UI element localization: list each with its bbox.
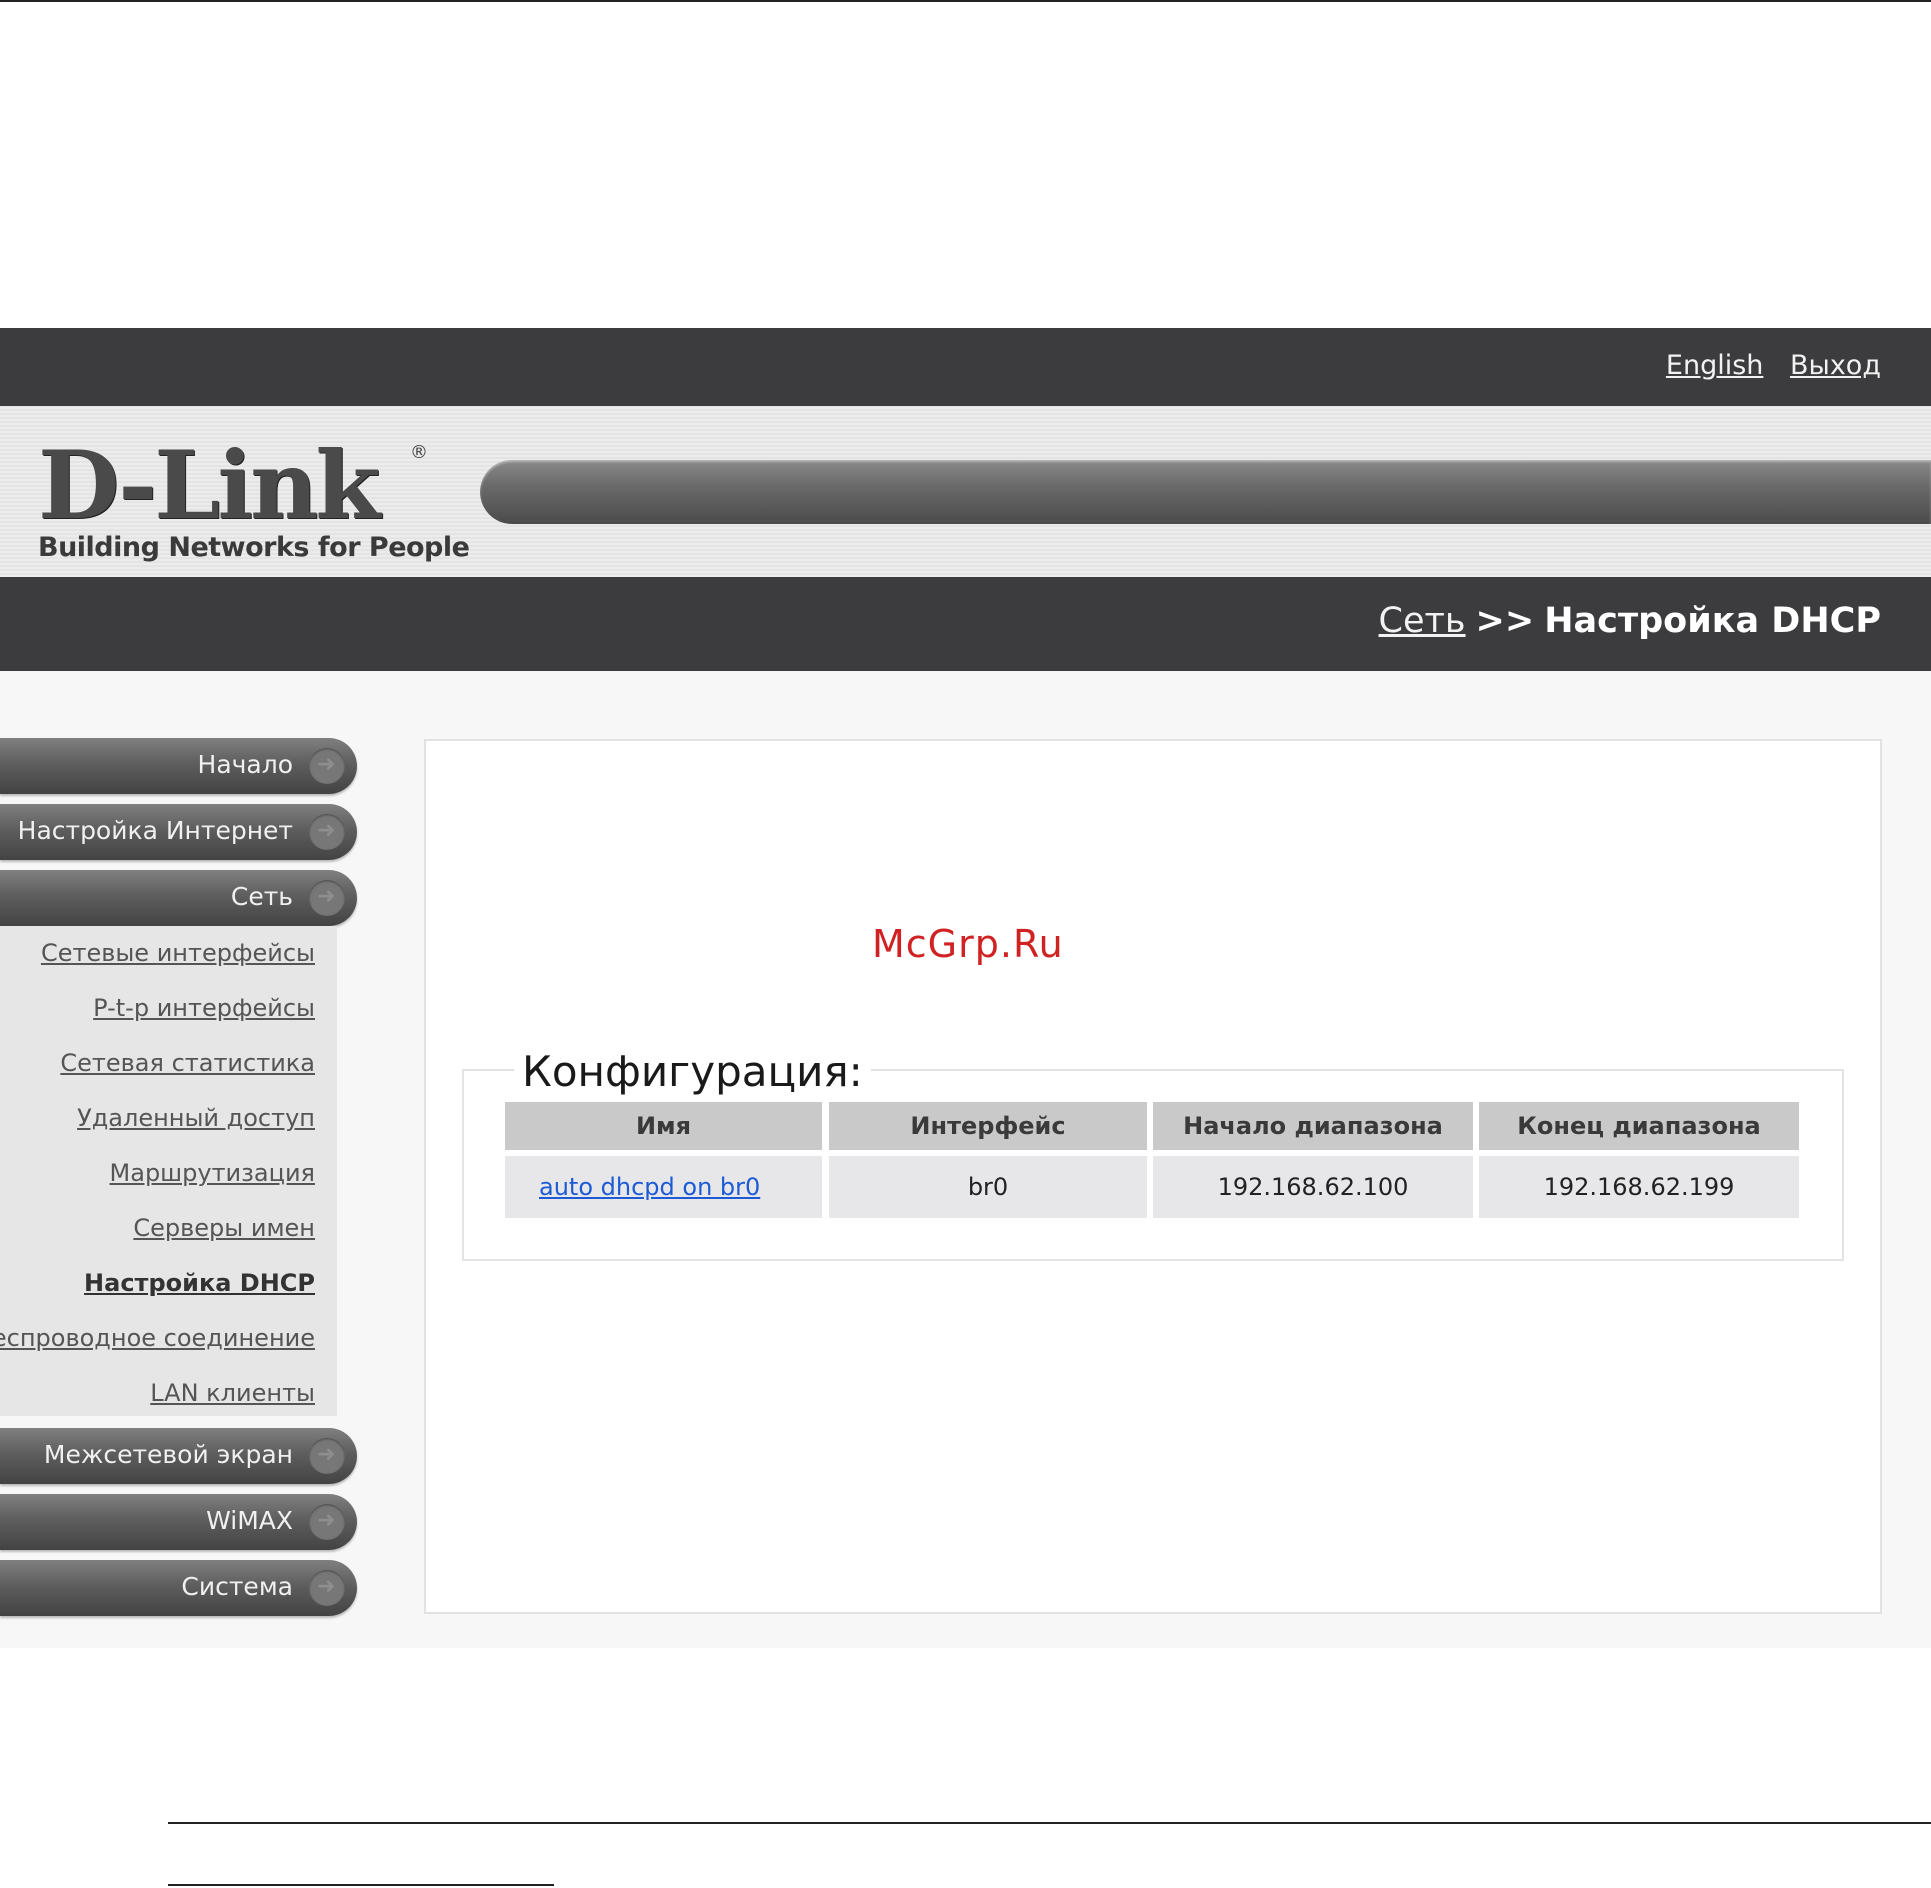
footer-short-rule — [168, 1884, 554, 1886]
table-header-range-start: Начало диапазона — [1153, 1102, 1473, 1150]
submenu-network-statistics[interactable]: Сетевая статистика — [60, 1049, 315, 1077]
submenu-routing[interactable]: Маршрутизация — [110, 1159, 315, 1187]
table-cell-range-end: 192.168.62.199 — [1479, 1156, 1799, 1218]
top-bar: English Выход — [0, 328, 1931, 406]
sidebar-item-home[interactable]: Начало — [0, 738, 357, 794]
language-english-link[interactable]: English — [1666, 350, 1764, 381]
logo-wordmark: D-Link — [38, 431, 381, 541]
breadcrumb-separator: >> — [1475, 601, 1535, 641]
sidebar-item-system[interactable]: Система — [0, 1560, 357, 1616]
arrow-right-icon — [309, 748, 345, 784]
table-cell-interface: br0 — [829, 1156, 1147, 1218]
title-bar: Сеть >> Настройка DHCP — [0, 577, 1931, 671]
sidebar-item-label: WiMAX — [206, 1506, 293, 1535]
arrow-right-icon — [309, 1570, 345, 1606]
submenu-ptp-interfaces[interactable]: P-t-p интерфейсы — [93, 994, 315, 1022]
sidebar-item-label: Межсетевой экран — [43, 1440, 293, 1469]
sidebar-item-label: Система — [181, 1572, 293, 1601]
table-header-range-end: Конец диапазона — [1479, 1102, 1799, 1150]
arrow-right-icon — [309, 880, 345, 916]
sidebar-item-label: Начало — [197, 750, 293, 779]
table-cell-range-start: 192.168.62.100 — [1153, 1156, 1473, 1218]
top-links: English Выход — [1648, 350, 1881, 381]
arrow-right-icon — [309, 1504, 345, 1540]
table-header-interface: Интерфейс — [829, 1102, 1147, 1150]
configuration-title: Конфигурация: — [514, 1047, 871, 1096]
network-submenu: Сетевые интерфейсы P-t-p интерфейсы Сете… — [0, 926, 337, 1416]
breadcrumb-parent-link[interactable]: Сеть — [1379, 601, 1466, 641]
table-header-name: Имя — [505, 1102, 822, 1150]
logo-registered-mark: ® — [410, 442, 428, 463]
submenu-name-servers[interactable]: Серверы имен — [133, 1214, 315, 1242]
sidebar-item-firewall[interactable]: Межсетевой экран — [0, 1428, 357, 1484]
logo-tagline: Building Networks for People — [38, 532, 470, 563]
header-decorative-bar — [480, 460, 1931, 524]
sidebar-item-wimax[interactable]: WiMAX — [0, 1494, 357, 1550]
watermark-text: McGrp.Ru — [872, 922, 1064, 966]
footer-rule — [168, 1822, 1931, 1824]
arrow-right-icon — [309, 1438, 345, 1474]
top-rule — [0, 0, 1931, 2]
submenu-network-interfaces[interactable]: Сетевые интерфейсы — [41, 939, 315, 967]
submenu-lan-clients[interactable]: LAN клиенты — [150, 1379, 315, 1407]
dhcp-server-link[interactable]: auto dhcpd on br0 — [539, 1173, 760, 1201]
dlink-logo: D-Link ® Building Networks for People — [38, 431, 470, 563]
sidebar-item-label: Сеть — [230, 882, 293, 911]
page-title: Настройка DHCP — [1544, 601, 1881, 641]
submenu-wireless[interactable]: Беспроводное соединение — [0, 1324, 315, 1352]
sidebar-item-label: Настройка Интернет — [17, 816, 293, 845]
logout-link[interactable]: Выход — [1790, 350, 1881, 381]
breadcrumb: Сеть >> Настройка DHCP — [1379, 601, 1881, 641]
logo-band: D-Link ® Building Networks for People — [0, 406, 1931, 577]
submenu-dhcp-settings[interactable]: Настройка DHCP — [84, 1269, 315, 1297]
table-cell-name: auto dhcpd on br0 — [505, 1156, 822, 1218]
sidebar-item-network[interactable]: Сеть — [0, 870, 357, 926]
arrow-right-icon — [309, 814, 345, 850]
sidebar-item-internet-setup[interactable]: Настройка Интернет — [0, 804, 357, 860]
submenu-remote-access[interactable]: Удаленный доступ — [77, 1104, 315, 1132]
